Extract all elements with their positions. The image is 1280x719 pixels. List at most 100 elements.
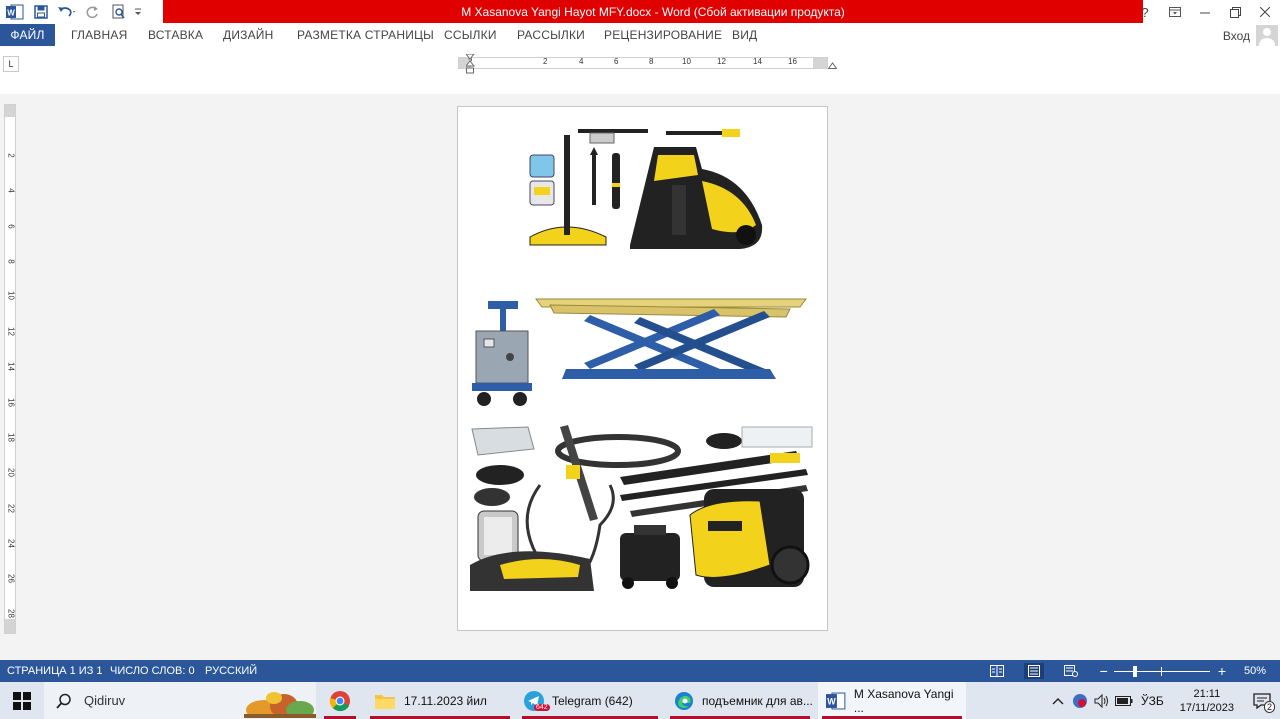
taskbar-file-explorer[interactable]: 17.11.2023 йил: [366, 682, 514, 719]
telegram-icon-wrap: 642: [524, 690, 550, 711]
tab-home[interactable]: ГЛАВНАЯ: [71, 24, 127, 46]
close-icon[interactable]: [1250, 0, 1280, 24]
search-placeholder: Qidiruv: [84, 693, 126, 708]
windows-logo-icon: [13, 691, 31, 710]
language-indicator[interactable]: РУССКИЙ: [205, 660, 257, 682]
pressure-washer-image[interactable]: [526, 125, 766, 253]
title-bar: W M Xasanova Yangi Hayot MFY.docx - Word…: [0, 0, 1280, 24]
ruler-label: 12: [717, 57, 726, 66]
notification-center[interactable]: 2: [1244, 692, 1280, 713]
ruler-label: 6: [614, 57, 619, 66]
edge-icon: [675, 691, 693, 710]
tab-references[interactable]: ССЫЛКИ: [444, 24, 497, 46]
redo-icon[interactable]: [82, 1, 104, 23]
taskbar-app-label: Telegram (642): [552, 693, 633, 708]
document-area[interactable]: 2 4 6 8 10 12 14 16 18 20 22 24 26 28: [0, 94, 1280, 660]
taskbar-app-label: M Xasanova Yangi ...: [853, 686, 954, 715]
window-controls: ?: [1130, 0, 1280, 24]
volume-icon[interactable]: [1091, 693, 1113, 708]
zoom-out-button[interactable]: −: [1098, 663, 1110, 679]
taskbar-chrome[interactable]: [320, 682, 360, 719]
ribbon-display-icon[interactable]: [1160, 0, 1190, 24]
ruler-label: 14: [753, 57, 762, 66]
right-indent-icon[interactable]: [827, 62, 838, 71]
security-shield-icon[interactable]: [1069, 693, 1091, 709]
ruler-label: 2: [6, 153, 16, 158]
ruler-label: 4: [6, 188, 16, 193]
save-icon[interactable]: [30, 1, 52, 23]
battery-icon[interactable]: [1113, 695, 1135, 706]
zoom-slider[interactable]: [1113, 663, 1210, 679]
print-preview-icon[interactable]: [108, 1, 130, 23]
tab-insert[interactable]: ВСТАВКА: [148, 24, 203, 46]
ruler-label: 20: [6, 468, 16, 477]
taskbar: Qidiruv 17.11.2023 йил 642 Telegram (642…: [0, 682, 1280, 719]
word-logo-icon: W: [4, 1, 26, 23]
status-bar: СТРАНИЦА 1 ИЗ 1 ЧИСЛО СЛОВ: 0 РУССКИЙ − …: [0, 660, 1280, 682]
taskbar-search[interactable]: Qidiruv: [44, 682, 316, 719]
tab-page-layout[interactable]: РАЗМЕТКА СТРАНИЦЫ: [297, 24, 434, 46]
tab-mailings[interactable]: РАССЫЛКИ: [517, 24, 585, 46]
system-tray: ЎЗБ 21:11 17/11/2023 2: [1047, 682, 1280, 719]
svg-text:W: W: [827, 696, 836, 706]
ruler-label: 14: [6, 362, 16, 371]
sign-in-label: Вход: [1222, 29, 1250, 43]
ruler-label: 6: [6, 224, 16, 229]
ruler-right-margin: [813, 58, 827, 68]
first-line-indent-icon[interactable]: [464, 53, 476, 78]
tab-design[interactable]: ДИЗАЙН: [223, 24, 274, 46]
taskbar-app-label: подъемник для ав...: [702, 693, 813, 708]
clock-time: 21:11: [1193, 687, 1221, 700]
taskbar-edge[interactable]: подъемник для ав...: [666, 682, 814, 719]
ruler-band: L 2 2 4 6 8 10 12 14 16: [0, 46, 1280, 94]
print-layout-icon[interactable]: [1023, 663, 1044, 679]
minimize-icon[interactable]: [1190, 0, 1220, 24]
ruler-label: 28: [6, 609, 16, 618]
avatar: [1256, 25, 1278, 47]
ruler-label: 16: [788, 57, 797, 66]
vertical-ruler[interactable]: 2 4 6 8 10 12 14 16 18 20 22 24 26 28: [4, 104, 16, 634]
zoom-level[interactable]: 50%: [1230, 665, 1280, 677]
search-icon: [56, 693, 71, 709]
word-count[interactable]: ЧИСЛО СЛОВ: 0: [110, 660, 195, 682]
horizontal-ruler[interactable]: 2 2 4 6 8 10 12 14 16: [458, 57, 828, 69]
notification-count: 2: [1264, 700, 1276, 713]
start-button[interactable]: [0, 682, 44, 719]
ruler-label: 12: [6, 327, 16, 336]
read-mode-icon[interactable]: [987, 663, 1007, 679]
zoom-in-button[interactable]: +: [1214, 663, 1230, 679]
taskbar-app-label: 17.11.2023 йил: [404, 693, 487, 708]
taskbar-telegram[interactable]: 642 Telegram (642): [518, 682, 662, 719]
ruler-label: 4: [579, 57, 584, 66]
ruler-label: 2: [543, 57, 548, 66]
page-count[interactable]: СТРАНИЦА 1 ИЗ 1: [7, 660, 103, 682]
clock[interactable]: 21:11 17/11/2023: [1180, 687, 1234, 715]
quick-access-toolbar: W: [0, 0, 142, 24]
clock-date: 17/11/2023: [1179, 701, 1234, 714]
ruler-label: 10: [6, 291, 16, 300]
ruler-label: 24: [6, 539, 16, 548]
ribbon-tabs: ФАЙЛ ГЛАВНАЯ ВСТАВКА ДИЗАЙН РАЗМЕТКА СТР…: [0, 24, 1280, 48]
tab-selector[interactable]: L: [3, 56, 19, 72]
status-view-controls: − + 50%: [987, 660, 1280, 682]
restore-icon[interactable]: [1220, 0, 1250, 24]
taskbar-word[interactable]: W M Xasanova Yangi ...: [818, 682, 966, 719]
help-button[interactable]: ?: [1130, 0, 1160, 24]
undo-icon[interactable]: [56, 1, 78, 23]
pressure-washer-kit-image[interactable]: [470, 425, 816, 591]
customize-qat-icon[interactable]: [134, 1, 142, 23]
folder-icon: [375, 694, 395, 709]
tab-view[interactable]: ВИД: [732, 24, 757, 46]
web-layout-icon[interactable]: [1061, 663, 1081, 679]
tab-file[interactable]: ФАЙЛ: [0, 24, 55, 46]
scissor-lift-image[interactable]: [470, 295, 814, 409]
zoom-thumb[interactable]: [1132, 666, 1137, 677]
zoom-center-mark: [1160, 667, 1162, 676]
zoom-track: [1113, 671, 1210, 672]
chevron-up-icon[interactable]: [1047, 697, 1069, 705]
sign-in[interactable]: Вход: [1223, 24, 1280, 48]
svg-text:W: W: [7, 9, 15, 18]
document-page[interactable]: [457, 106, 828, 631]
tab-review[interactable]: РЕЦЕНЗИРОВАНИЕ: [604, 24, 722, 46]
keyboard-language[interactable]: ЎЗБ: [1135, 694, 1170, 708]
